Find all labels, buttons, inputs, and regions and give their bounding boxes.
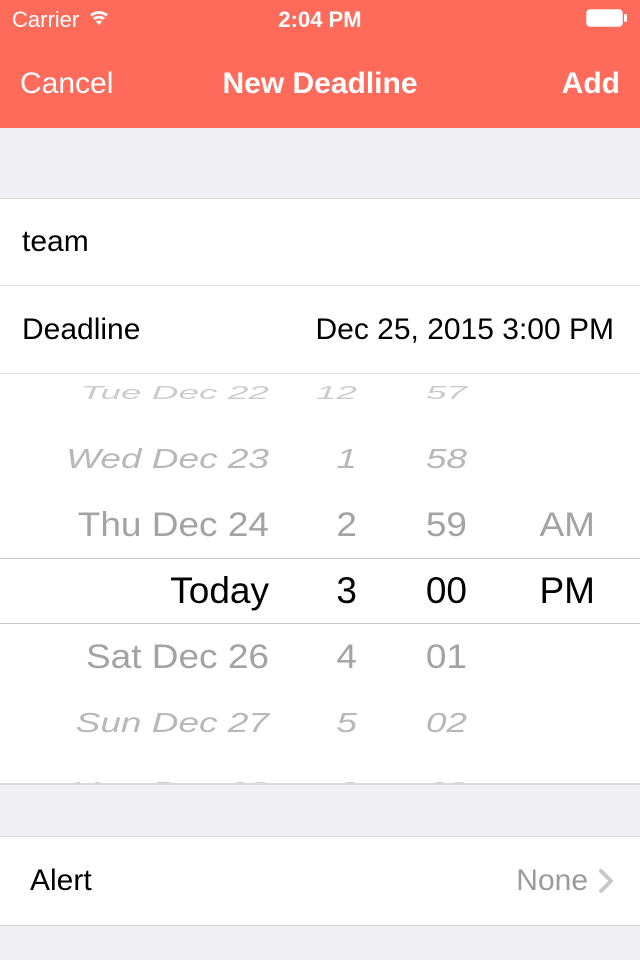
picker-date-option: Mon Dec 28 [70,773,270,785]
picker-date-option: Sat Dec 26 [86,627,269,688]
picker-hour-selected: 3 [336,558,357,624]
picker-date-option: Wed Dec 23 [66,434,269,484]
picker-hour-option: 2 [336,495,357,556]
picker-column-hour[interactable]: 11 12 1 2 3 4 5 6 7 [275,374,375,783]
picker-column-date[interactable]: Mon Dec 21 Tue Dec 22 Wed Dec 23 Thu Dec… [20,374,275,783]
alert-value: None [516,864,588,898]
add-button[interactable]: Add [470,67,620,101]
datetime-picker[interactable]: Mon Dec 21 Tue Dec 22 Wed Dec 23 Thu Dec… [0,374,640,784]
deadline-cell[interactable]: Deadline Dec 25, 2015 3:00 PM [0,286,640,374]
wifi-icon [87,7,111,33]
deadline-value: Dec 25, 2015 3:00 PM [315,313,614,347]
picker-minute-option: 01 [426,627,467,688]
picker-hour-option: 12 [316,377,357,410]
status-bar: Carrier 2:04 PM [0,0,640,40]
picker-column-ampm[interactable]: AM PM [485,374,595,783]
picker-hour-option: 6 [336,773,357,785]
chevron-right-icon [598,868,614,894]
battery-icon [586,7,628,33]
picker-minute-option: 02 [426,698,467,748]
picker-date-option: Thu Dec 24 [78,495,269,556]
picker-ampm-option: AM [540,495,596,556]
picker-hour-option: 1 [336,434,357,484]
status-time: 2:04 PM [217,7,422,33]
picker-minute-option: 58 [426,434,467,484]
picker-date-selected: Today [170,558,269,624]
nav-title: New Deadline [170,67,470,101]
picker-minute-selected: 00 [426,558,467,624]
alert-cell[interactable]: Alert None [0,836,640,926]
picker-hour-option: 5 [336,698,357,748]
title-input-cell[interactable]: team [0,198,640,286]
deadline-label: Deadline [22,313,140,347]
picker-date-option: Sun Dec 27 [76,698,269,748]
picker-date-option: Tue Dec 22 [80,377,269,410]
title-input-value: team [22,225,89,259]
section-gap [0,784,640,836]
picker-minute-option: 57 [426,377,467,410]
section-gap [0,128,640,198]
picker-column-minute[interactable]: 56 57 58 59 00 01 02 03 04 [375,374,485,783]
carrier-label: Carrier [12,7,79,33]
picker-hour-option: 4 [336,627,357,688]
nav-bar: Cancel New Deadline Add [0,40,640,128]
picker-minute-option: 03 [426,773,467,785]
alert-label: Alert [30,864,92,898]
cancel-button[interactable]: Cancel [20,67,170,101]
picker-minute-option: 59 [426,495,467,556]
picker-ampm-selected: PM [540,558,596,624]
